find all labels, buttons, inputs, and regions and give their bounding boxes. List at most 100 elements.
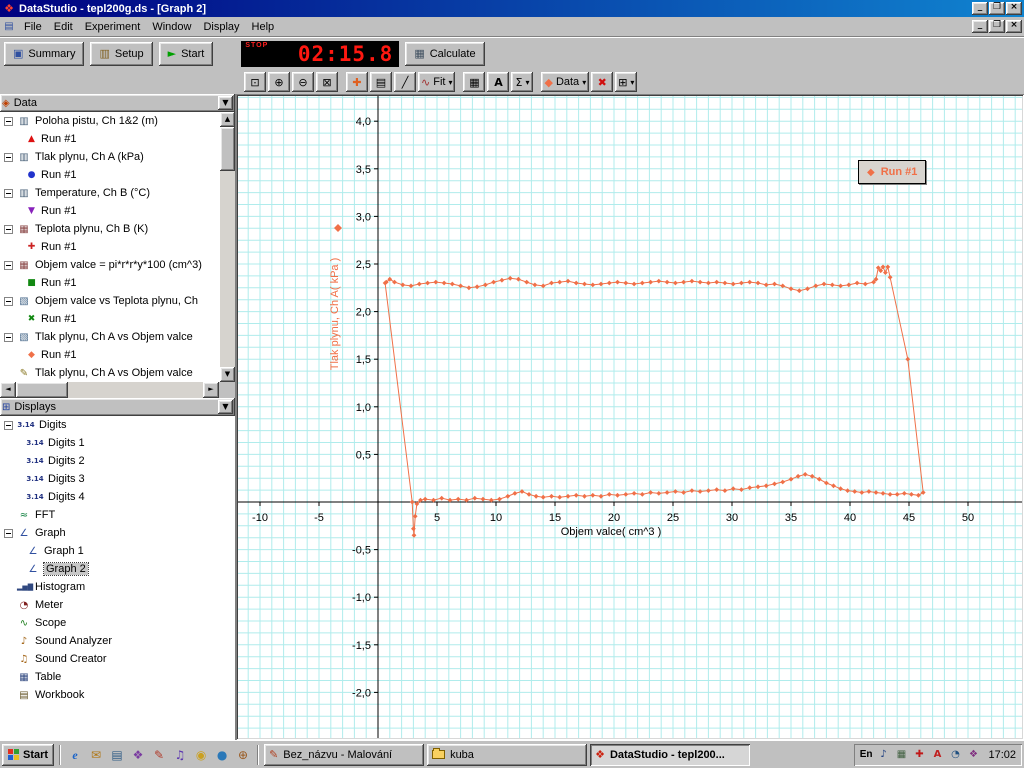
task-button-kuba[interactable]: kuba [427,743,588,766]
scheduler-icon[interactable]: ◔ [948,749,962,760]
data-item[interactable]: ▧ Tlak plynu, Ch A vs Objem valce [0,328,235,346]
updates-icon[interactable]: ❖ [966,749,980,760]
data-item[interactable]: ▥ Temperature, Ch B (°C) [0,184,235,202]
graph-canvas[interactable]: -10 -5 5 10 15 20 25 30 35 40 45 50 4,0 3,5 3,0 2,5 2,0 1… [238,96,1022,738]
collapse-icon[interactable] [4,152,13,162]
display-item-meter[interactable]: ◔ Meter [0,596,235,614]
data-item[interactable]: ✎ Tlak plynu, Ch A vs Objem valce [0,364,235,382]
minimize-button[interactable]: _ [972,2,988,15]
remove-button[interactable]: ✖ [591,72,614,92]
data-item[interactable]: ▥ Tlak plynu, Ch A (kPa) [0,148,235,166]
media-player-icon[interactable]: ♫ [171,745,189,765]
collapse-icon[interactable] [4,224,13,234]
display-item-sound-analyzer[interactable]: ♪ Sound Analyzer [0,632,235,650]
data-tree-vertical-scrollbar[interactable]: ▲ ▼ [220,112,235,382]
scroll-down-icon[interactable]: ▼ [220,367,235,382]
display-item-digits[interactable]: 3.14 Digits [0,416,235,434]
scroll-up-icon[interactable]: ▲ [220,112,235,127]
display-item-histogram[interactable]: ▂▅▇ Histogram [0,578,235,596]
paint-icon[interactable]: ✎ [150,745,168,765]
collapse-icon[interactable] [4,420,13,430]
title-bar[interactable]: ❖ DataStudio - tepl200g.ds - [Graph 2] _… [0,0,1024,17]
scroll-thumb[interactable] [220,127,235,171]
data-item[interactable]: ▧ Objem valce vs Teplota plynu, Ch [0,292,235,310]
display-item-scope[interactable]: ∿ Scope [0,614,235,632]
document-icon[interactable]: ▤ [2,21,16,32]
display-item-graph-1[interactable]: ∠ Graph 1 [0,542,235,560]
run-item[interactable]: ● Run #1 [0,166,235,184]
menu-experiment[interactable]: Experiment [79,18,147,36]
zoom-in-button[interactable]: ⊕ [268,72,290,92]
data-panel-header[interactable]: ◈ Data ▼ [0,94,235,112]
menu-display[interactable]: Display [197,18,245,36]
show-desktop-icon[interactable]: ▤ [108,745,126,765]
data-dropdown[interactable]: ◆ Data ▾ [541,72,590,92]
child-minimize-button[interactable]: _ [972,20,988,33]
display-item-graph-2[interactable]: ∠ Graph 2 [0,560,235,578]
antivirus-icon[interactable]: ✚ [912,749,926,760]
zoom-out-button[interactable]: ⊖ [292,72,314,92]
slope-tool-button[interactable]: ╱ [394,72,416,92]
graph-legend[interactable]: ◆ Run #1 [858,160,927,184]
run-item[interactable]: ✚ Run #1 [0,238,235,256]
java-icon[interactable]: ⊕ [234,745,252,765]
collapse-icon[interactable] [4,260,13,270]
menu-window[interactable]: Window [146,18,197,36]
graph-settings-dropdown[interactable]: ⊞ ▾ [615,72,638,92]
zoom-select-button[interactable]: ⊠ [316,72,338,92]
run-item[interactable]: ◆ Run #1 [0,346,235,364]
start-menu-button[interactable]: Start [2,743,55,766]
ie-icon[interactable]: e [66,745,84,765]
outlook-icon[interactable]: ✉ [87,745,105,765]
displays-panel-dropdown-icon[interactable]: ▼ [218,400,233,414]
channels-icon[interactable]: ❖ [129,745,147,765]
start-button[interactable]: ► Start [158,41,214,66]
collapse-icon[interactable] [4,188,13,198]
display-item-table[interactable]: ▦ Table [0,668,235,686]
smart-tool-button[interactable]: ✚ [346,72,368,92]
calculate-button[interactable]: ▦ Calculate [405,41,485,66]
menu-edit[interactable]: Edit [48,18,79,36]
note-tool-button[interactable]: ▤ [370,72,392,92]
globe-icon[interactable]: ● [213,745,231,765]
volume-icon[interactable]: ♪ [876,749,890,760]
restore-button[interactable]: ❐ [989,2,1005,15]
displays-panel-header[interactable]: ⊞ Displays ▼ [0,398,235,416]
text-tool-button[interactable]: A [487,72,510,92]
task-button-datastudio[interactable]: ❖ DataStudio - tepl200... [590,743,751,766]
setup-button[interactable]: ▥ Setup [90,41,153,66]
data-tree-horizontal-scrollbar[interactable]: ◄ ► [0,382,235,398]
run-item[interactable]: ▲ Run #1 [0,130,235,148]
task-button-paint[interactable]: ✎ Bez_názvu - Malování [264,743,425,766]
scroll-right-icon[interactable]: ► [203,382,219,398]
menu-file[interactable]: File [18,18,48,36]
close-button[interactable]: × [1006,2,1022,15]
display-item-digits-3[interactable]: 3.14 Digits 3 [0,470,235,488]
data-item[interactable]: ▥ Poloha pistu, Ch 1&2 (m) [0,112,235,130]
collapse-icon[interactable] [4,332,13,342]
run-item[interactable]: ✖ Run #1 [0,310,235,328]
child-restore-button[interactable]: ❐ [989,20,1005,33]
child-close-button[interactable]: × [1006,20,1022,33]
scroll-left-icon[interactable]: ◄ [0,382,16,398]
collapse-icon[interactable] [4,528,13,538]
display-item-graph[interactable]: ∠ Graph [0,524,235,542]
scroll-thumb[interactable] [16,382,68,398]
fit-dropdown[interactable]: ∿ Fit ▾ [418,72,456,92]
display-item-digits-4[interactable]: 3.14 Digits 4 [0,488,235,506]
language-indicator[interactable]: En [860,749,873,760]
clock[interactable]: 17:02 [984,749,1016,761]
data-item[interactable]: ▦ Teplota plynu, Ch B (K) [0,220,235,238]
summary-button[interactable]: ▣ Summary [4,41,85,66]
display-item-workbook[interactable]: ▤ Workbook [0,686,235,704]
display-item-fft[interactable]: ≈ FFT [0,506,235,524]
ati-icon[interactable]: A [930,749,944,760]
scale-to-fit-button[interactable]: ⊡ [244,72,266,92]
cd-player-icon[interactable]: ◉ [192,745,210,765]
collapse-icon[interactable] [4,296,13,306]
display-item-digits-1[interactable]: 3.14 Digits 1 [0,434,235,452]
data-item[interactable]: ▦ Objem valce = pi*r*r*y*100 (cm^3) [0,256,235,274]
statistics-dropdown[interactable]: Σ ▾ [511,72,534,92]
display-item-digits-2[interactable]: 3.14 Digits 2 [0,452,235,470]
display-item-sound-creator[interactable]: ♫ Sound Creator [0,650,235,668]
